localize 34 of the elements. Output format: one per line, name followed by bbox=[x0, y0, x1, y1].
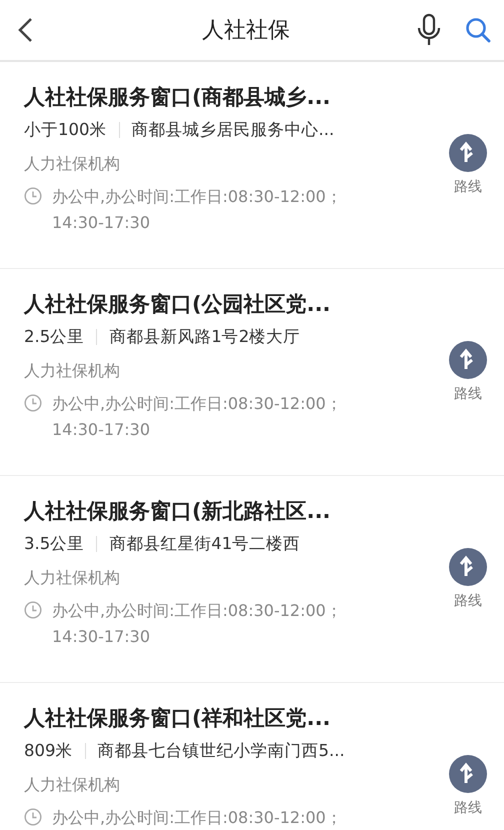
page-title: 人社社保 bbox=[201, 17, 291, 45]
route-button[interactable]: 路线 bbox=[432, 703, 504, 818]
distance: 3.5公里 bbox=[24, 533, 84, 555]
route-button[interactable]: 路线 bbox=[432, 289, 504, 404]
address: 商都县城乡居民服务中心... bbox=[132, 119, 334, 141]
clock-icon bbox=[24, 394, 42, 412]
place-name[interactable]: 人社社保服务窗口(新北路社区... bbox=[24, 496, 432, 526]
clock-icon bbox=[24, 808, 42, 826]
route-button[interactable]: 路线 bbox=[432, 82, 504, 197]
opening-hours: 办公中,办公时间:工作日:08:30-12:00； bbox=[52, 393, 342, 415]
clock-icon bbox=[24, 601, 42, 619]
opening-hours: 办公中,办公时间:工作日:08:30-12:00； bbox=[52, 186, 342, 208]
opening-hours: 14:30-17:30 bbox=[52, 419, 151, 441]
category: 人力社保机构 bbox=[24, 567, 121, 589]
address: 商都县红星街41号二楼西 bbox=[109, 533, 300, 555]
category: 人力社保机构 bbox=[24, 360, 121, 382]
search-icon[interactable] bbox=[464, 16, 492, 44]
address: 商都县七台镇世纪小学南门西5... bbox=[98, 740, 345, 762]
distance: 小于100米 bbox=[24, 119, 106, 141]
distance: 809米 bbox=[24, 740, 72, 762]
microphone-icon[interactable] bbox=[416, 13, 442, 47]
place-name[interactable]: 人社社保服务窗口(公园社区党... bbox=[24, 289, 432, 319]
opening-hours: 14:30-17:30 bbox=[52, 212, 151, 234]
category: 人力社保机构 bbox=[24, 153, 121, 175]
route-button[interactable]: 路线 bbox=[432, 496, 504, 611]
clock-icon bbox=[24, 187, 42, 205]
category: 人力社保机构 bbox=[24, 774, 121, 796]
place-name[interactable]: 人社社保服务窗口(商都县城乡... bbox=[24, 82, 432, 112]
address: 商都县新风路1号2楼大厅 bbox=[109, 326, 300, 348]
opening-hours: 办公中,办公时间:工作日:08:30-12:00； bbox=[52, 807, 342, 829]
place-name[interactable]: 人社社保服务窗口(祥和社区党... bbox=[24, 703, 432, 733]
distance: 2.5公里 bbox=[24, 326, 84, 348]
opening-hours: 14:30-17:30 bbox=[52, 626, 151, 648]
opening-hours: 办公中,办公时间:工作日:08:30-12:00； bbox=[52, 600, 342, 622]
